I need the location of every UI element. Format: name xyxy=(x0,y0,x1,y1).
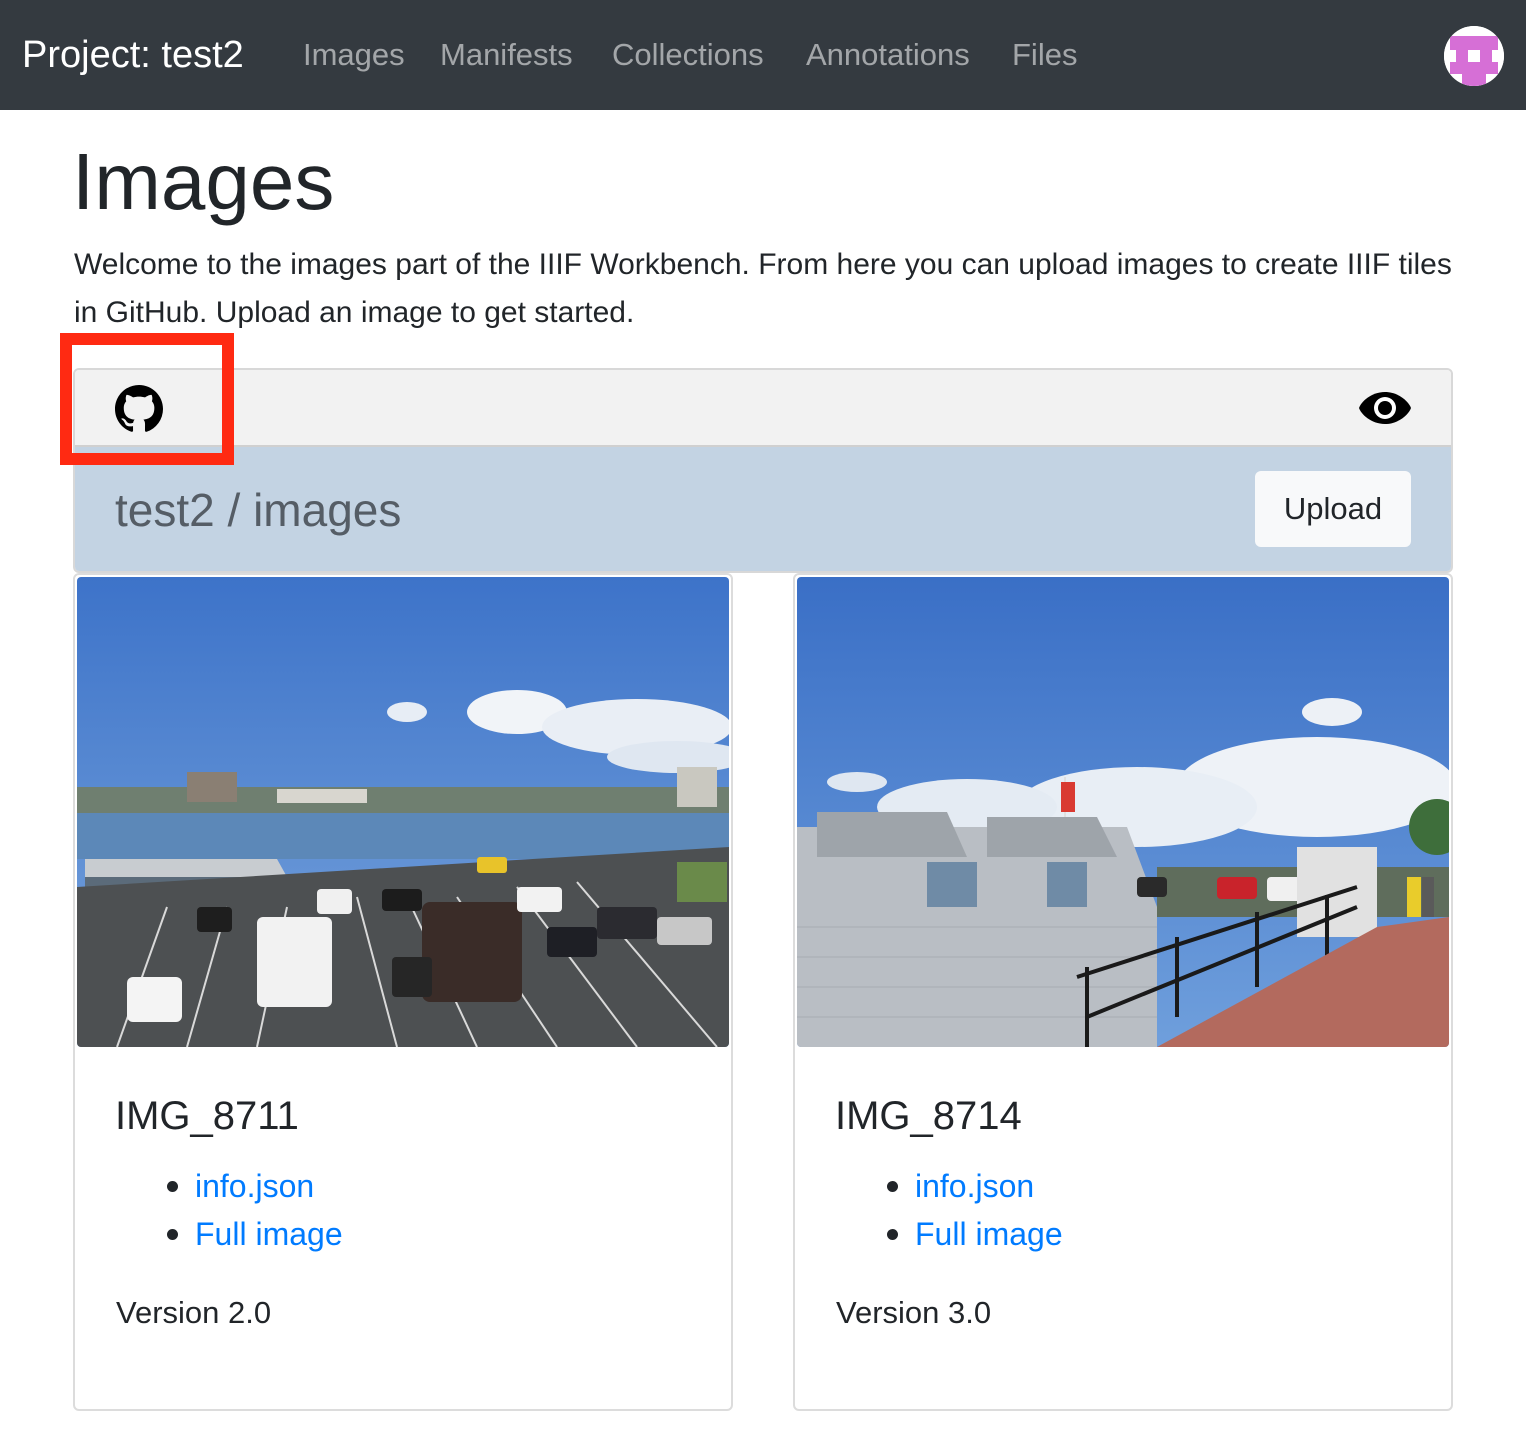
intro-text: Welcome to the images part of the IIIF W… xyxy=(74,248,1452,329)
bullet xyxy=(887,1229,898,1240)
image-card: IMG_8714 info.json Full image Version 3.… xyxy=(793,573,1453,1411)
full-image-link[interactable]: Full image xyxy=(195,1213,343,1255)
full-image-link[interactable]: Full image xyxy=(915,1213,1063,1255)
card-title: IMG_8711 xyxy=(115,1094,299,1138)
version-label: Version 3.0 xyxy=(836,1295,992,1330)
project-brand[interactable]: Project: test2 xyxy=(22,32,244,78)
eye-icon[interactable] xyxy=(1357,388,1413,428)
repository-panel: test2 / images Upload xyxy=(73,368,1453,573)
harbour-parking-lot-photo[interactable] xyxy=(77,577,729,1047)
version-label: Version 2.0 xyxy=(116,1295,272,1330)
github-icon[interactable] xyxy=(115,385,163,433)
info-json-link[interactable]: info.json xyxy=(195,1165,314,1207)
card-title: IMG_8714 xyxy=(835,1094,1022,1138)
image-card: IMG_8711 info.json Full image Version 2.… xyxy=(73,573,733,1411)
nav-link-annotations[interactable]: Annotations xyxy=(806,36,970,74)
page-title: Images xyxy=(72,137,335,226)
repo-path: test2 / images xyxy=(115,484,402,536)
user-avatar[interactable] xyxy=(1444,26,1504,86)
nav-link-collections[interactable]: Collections xyxy=(612,36,764,74)
bullet xyxy=(167,1181,178,1192)
top-navbar: Project: test2 Images Manifests Collecti… xyxy=(0,0,1526,110)
panel-header: test2 / images Upload xyxy=(75,447,1451,571)
upload-button[interactable]: Upload xyxy=(1255,471,1411,547)
nav-link-images[interactable]: Images xyxy=(303,36,405,74)
panel-toolbar xyxy=(75,370,1451,447)
waterfront-walkway-building-photo[interactable] xyxy=(797,577,1449,1047)
nav-link-files[interactable]: Files xyxy=(1012,36,1077,74)
nav-link-manifests[interactable]: Manifests xyxy=(440,36,573,74)
bullet xyxy=(167,1229,178,1240)
identicon-icon xyxy=(1444,26,1504,86)
bullet xyxy=(887,1181,898,1192)
info-json-link[interactable]: info.json xyxy=(915,1165,1034,1207)
